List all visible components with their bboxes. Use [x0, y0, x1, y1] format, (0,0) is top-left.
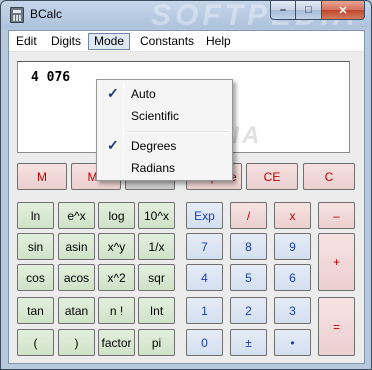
ln-button[interactable]: ln [17, 202, 54, 229]
close-button[interactable]: ✕ [322, 1, 365, 20]
mode-dropdown-menu: ✓ Auto Scientific ✓ Degrees Radians [96, 79, 233, 181]
asin-button[interactable]: asin [58, 233, 95, 260]
exp-e-button[interactable]: e^x [58, 202, 95, 229]
pow10-button[interactable]: 10^x [138, 202, 175, 229]
reciprocal-button[interactable]: 1/x [138, 233, 175, 260]
clear-entry-button[interactable]: CE [246, 163, 298, 190]
maximize-button[interactable]: □ [296, 1, 322, 20]
digit-8-button[interactable]: 8 [230, 233, 267, 260]
factorial-button[interactable]: n ! [98, 297, 135, 324]
clear-button[interactable]: C [303, 163, 355, 190]
log-button[interactable]: log [98, 202, 135, 229]
atan-button[interactable]: atan [58, 297, 95, 324]
digit-3-button[interactable]: 3 [274, 297, 311, 324]
menu-separator [127, 131, 228, 133]
sign-toggle-button[interactable]: ± [230, 329, 267, 356]
check-icon: ✓ [107, 137, 119, 153]
mode-radians-item[interactable]: Radians [99, 157, 230, 179]
menu-edit[interactable]: Edit [11, 33, 42, 50]
menu-digits[interactable]: Digits [46, 33, 86, 50]
menu-bar: Edit Digits Mode Constants Help [9, 31, 364, 52]
menu-constants[interactable]: Constants [135, 33, 199, 50]
bcalc-window: BCalc SOFTPEDIA – □ ✕ Edit Digits Mode C… [0, 0, 372, 370]
menu-mode[interactable]: Mode [88, 33, 131, 50]
multiply-button[interactable]: x [274, 202, 311, 229]
digit-0-button[interactable]: 0 [186, 329, 223, 356]
menu-item-label: Auto [131, 87, 156, 101]
menu-item-label: Radians [131, 161, 176, 175]
acos-button[interactable]: acos [58, 264, 95, 291]
pi-button[interactable]: pi [138, 329, 175, 356]
menu-item-label: Scientific [131, 109, 180, 123]
mode-auto-item[interactable]: ✓ Auto [99, 83, 230, 105]
int-button[interactable]: Int [138, 297, 175, 324]
digit-6-button[interactable]: 6 [274, 264, 311, 291]
digit-4-button[interactable]: 4 [186, 264, 223, 291]
equals-button[interactable]: = [318, 297, 355, 356]
window-title: BCalc [30, 7, 63, 21]
digit-7-button[interactable]: 7 [186, 233, 223, 260]
display-value: 4 076 [31, 70, 71, 85]
decimal-point-button[interactable]: • [274, 329, 311, 356]
subtract-button[interactable]: – [318, 202, 355, 229]
factor-button[interactable]: factor [98, 329, 135, 356]
check-icon: ✓ [107, 85, 119, 101]
open-paren-button[interactable]: ( [17, 329, 54, 356]
cos-button[interactable]: cos [17, 264, 54, 291]
exponent-button[interactable]: Exp [186, 202, 223, 229]
sin-button[interactable]: sin [17, 233, 54, 260]
minimize-button[interactable]: – [270, 1, 296, 20]
square-button[interactable]: x^2 [98, 264, 135, 291]
menu-item-label: Degrees [131, 139, 177, 153]
digit-9-button[interactable]: 9 [274, 233, 311, 260]
digit-5-button[interactable]: 5 [230, 264, 267, 291]
mode-scientific-item[interactable]: Scientific [99, 105, 230, 127]
power-button[interactable]: x^y [98, 233, 135, 260]
close-paren-button[interactable]: ) [58, 329, 95, 356]
sqrt-button[interactable]: sqr [138, 264, 175, 291]
tan-button[interactable]: tan [17, 297, 54, 324]
client-area: Edit Digits Mode Constants Help 4 076 SO… [8, 30, 365, 364]
divide-button[interactable]: / [230, 202, 267, 229]
digit-2-button[interactable]: 2 [230, 297, 267, 324]
add-button[interactable]: + [318, 233, 355, 291]
digit-1-button[interactable]: 1 [186, 297, 223, 324]
calculator-icon [10, 7, 24, 23]
menu-help[interactable]: Help [201, 33, 236, 50]
mode-degrees-item[interactable]: ✓ Degrees [99, 135, 230, 157]
memory-button[interactable]: M [17, 163, 67, 190]
title-bar[interactable]: BCalc SOFTPEDIA – □ ✕ [1, 1, 371, 32]
